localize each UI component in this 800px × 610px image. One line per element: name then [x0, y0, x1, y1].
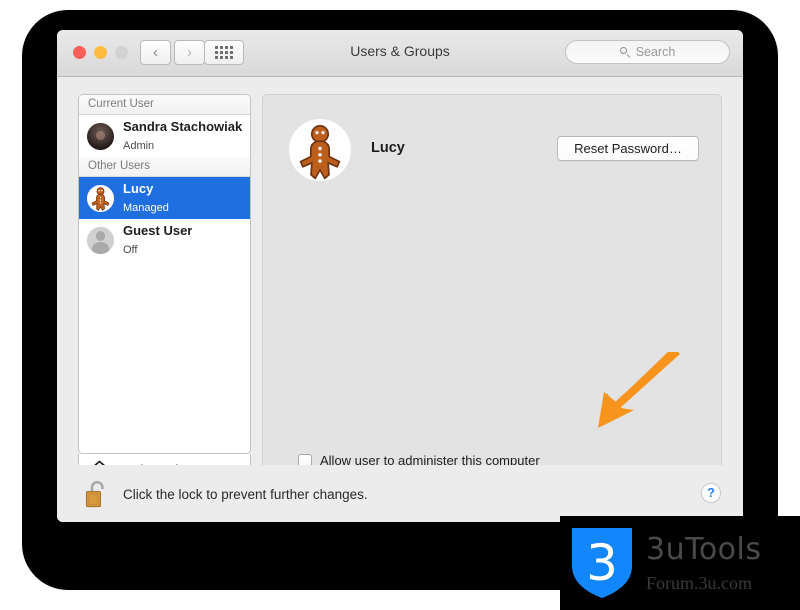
- avatar: [87, 226, 114, 254]
- list-item-name: Guest User: [123, 223, 193, 239]
- search-input[interactable]: Search: [565, 40, 730, 64]
- watermark-subtitle: Forum.3u.com: [646, 572, 752, 593]
- lock-message: Click the lock to prevent further change…: [123, 487, 368, 502]
- list-item-name: Lucy: [123, 181, 154, 197]
- svg-text:3: 3: [586, 534, 618, 592]
- group-header-other-users: Other Users: [79, 157, 250, 177]
- account-name: Lucy: [371, 140, 405, 156]
- user-list-empty-area: [79, 261, 250, 453]
- search-icon: [619, 46, 631, 58]
- list-item-status: Managed: [123, 202, 169, 214]
- list-item-guest-user[interactable]: Guest User Off: [79, 219, 250, 261]
- watermark-title: 3uTools: [646, 531, 762, 567]
- window-titlebar: ‹ › Users & Groups Search: [57, 30, 743, 77]
- window-footer: Click the lock to prevent further change…: [57, 465, 743, 522]
- gingerbread-icon: [91, 186, 110, 211]
- window-content: Current User Sandra Stachowiak Admin Oth…: [57, 77, 743, 522]
- account-avatar[interactable]: [289, 119, 351, 181]
- avatar: [87, 122, 114, 150]
- gingerbread-icon: [299, 124, 341, 180]
- search-placeholder: Search: [635, 45, 676, 59]
- watermark: 3 3uTools Forum.3u.com: [560, 516, 800, 610]
- group-header-current-user: Current User: [79, 95, 250, 115]
- 3utools-logo-icon: 3: [572, 528, 632, 598]
- avatar: [87, 184, 114, 212]
- account-detail-panel: Lucy Reset Password… Allow user to admin…: [262, 94, 722, 511]
- list-item-lucy[interactable]: Lucy Managed: [79, 177, 250, 219]
- list-item-name: Sandra Stachowiak: [123, 119, 243, 135]
- list-item-status: Admin: [123, 140, 155, 152]
- reset-password-button[interactable]: Reset Password…: [557, 136, 699, 161]
- system-preferences-window: ‹ › Users & Groups Search Current User S…: [57, 30, 743, 522]
- user-list[interactable]: Current User Sandra Stachowiak Admin Oth…: [78, 94, 251, 454]
- list-item-status: Off: [123, 244, 138, 256]
- help-button[interactable]: ?: [701, 483, 721, 503]
- list-item-sandra-stachowiak[interactable]: Sandra Stachowiak Admin: [79, 115, 250, 157]
- unlocked-padlock-icon[interactable]: [84, 479, 110, 509]
